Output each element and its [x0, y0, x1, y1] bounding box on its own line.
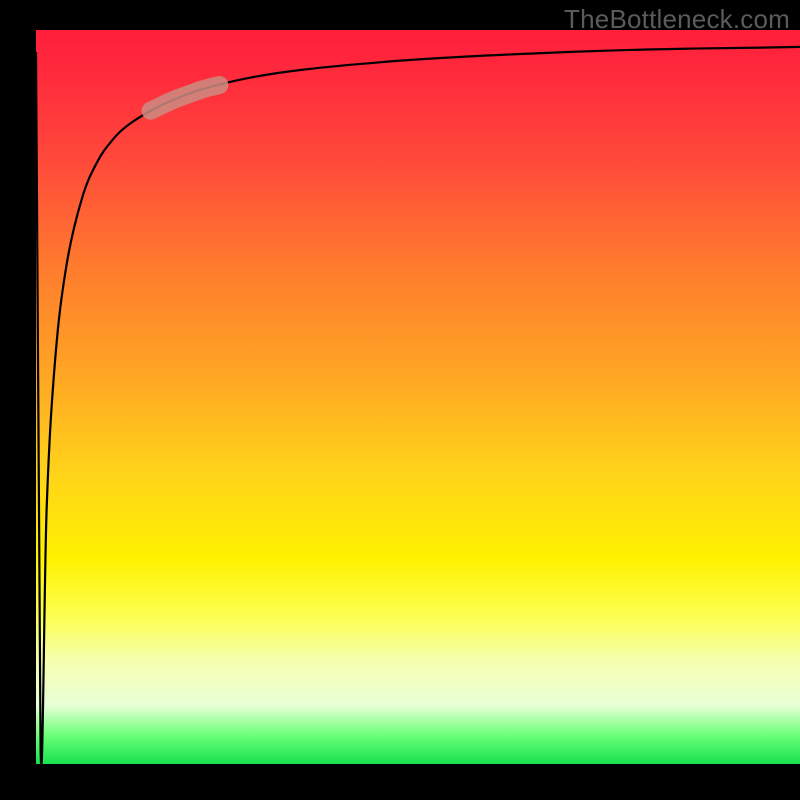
watermark-text: TheBottleneck.com [564, 4, 790, 35]
x-axis [32, 764, 800, 768]
bottleneck-curve [36, 47, 800, 764]
chart-overlay [36, 30, 800, 764]
y-axis [32, 30, 36, 768]
highlighted-region [151, 85, 220, 111]
chart-frame: TheBottleneck.com [0, 0, 800, 800]
